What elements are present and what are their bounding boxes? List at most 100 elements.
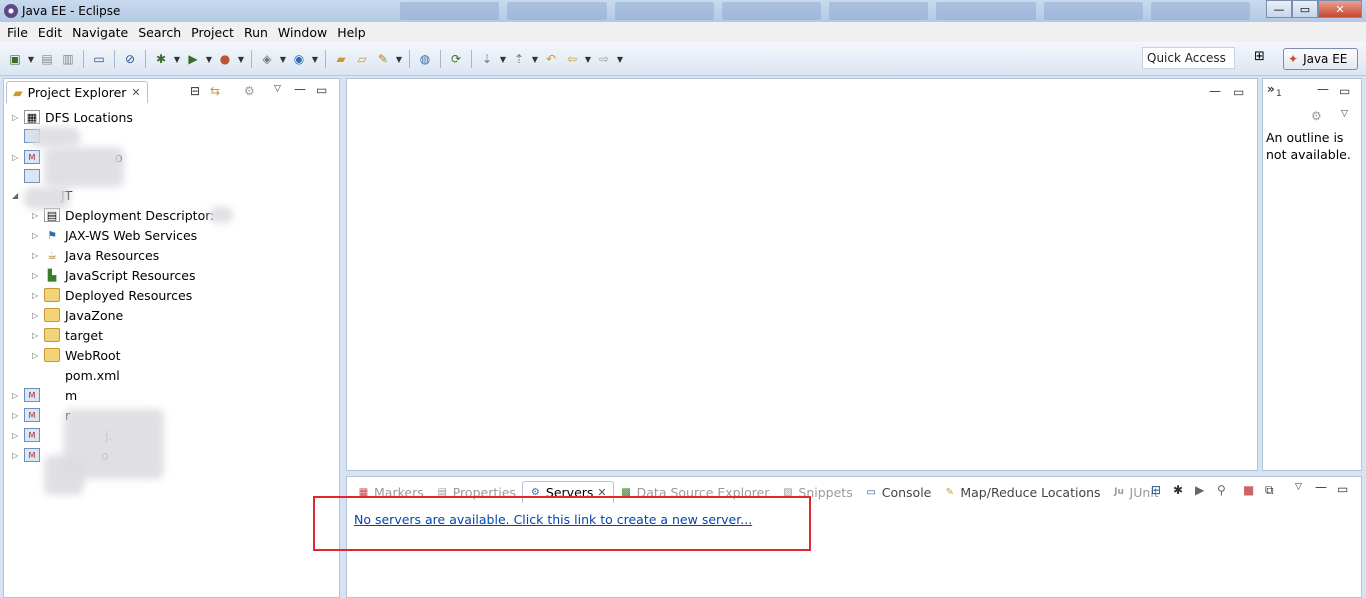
menu-help[interactable]: Help — [332, 25, 371, 40]
refresh-icon[interactable]: ⟳ — [447, 51, 465, 67]
outline-tab-icon[interactable]: » — [1267, 82, 1275, 96]
view-menu-icon[interactable]: ▽ — [274, 84, 281, 94]
folder-icon — [44, 288, 60, 302]
folder-icon — [24, 169, 40, 183]
open-type-icon[interactable]: ▱ — [353, 51, 371, 67]
console-icon: ▭ — [866, 486, 876, 498]
close-button[interactable]: ✕ — [1318, 0, 1362, 18]
tree-item-java-resources[interactable]: ▷ ☕ Java Resources — [32, 245, 159, 265]
skip-breakpoints-icon[interactable]: ⊘ — [121, 51, 139, 67]
tree-item-webroot[interactable]: ▷ WebRoot — [32, 345, 121, 365]
outline-panel: » 1 — ▭ ⚙ ▽ An outline is not available. — [1262, 78, 1362, 471]
minimize-view-icon[interactable]: — — [1209, 84, 1221, 98]
back-icon[interactable]: ⇦ — [563, 51, 581, 67]
maximize-view-icon[interactable]: ▭ — [1233, 85, 1244, 99]
folder-icon: ▰ — [13, 85, 23, 100]
last-edit-icon[interactable]: ↶ — [542, 51, 560, 67]
maven-project-icon: M — [24, 428, 40, 442]
window-title: Java EE - Eclipse — [22, 4, 121, 18]
debug-server-icon[interactable]: ✱ — [1173, 483, 1183, 497]
minimize-view-icon[interactable]: — — [1315, 480, 1327, 494]
new-icon[interactable]: ▣ — [6, 51, 24, 67]
folder-icon — [44, 328, 60, 342]
menu-file[interactable]: File — [2, 25, 33, 40]
save-icon[interactable]: ▤ — [38, 51, 56, 67]
tree-item-dfs[interactable]: ▷ ▦ DFS Locations — [12, 107, 133, 127]
tree-item[interactable]: ▷ Mm — [12, 385, 77, 405]
tab-map-reduce-locations[interactable]: ✎ Map/Reduce Locations — [937, 481, 1106, 503]
elephant-icon: ✎ — [945, 486, 955, 498]
descriptor-icon: ▤ — [44, 208, 60, 222]
chevron-down-icon[interactable]: ▼ — [27, 51, 35, 67]
tree-item-target[interactable]: ▷ target — [32, 325, 103, 345]
project-explorer-panel: ▰ Project Explorer ✕ ⊟ ⇆ ⚙ ▽ — ▭ ▷ ▦ DFS L… — [3, 78, 340, 598]
maximize-view-icon[interactable]: ▭ — [1337, 482, 1348, 496]
menu-navigate[interactable]: Navigate — [67, 25, 133, 40]
maximize-button[interactable]: ▭ — [1292, 0, 1318, 18]
tree-item-jaxws[interactable]: ▷ ⚑ JAX-WS Web Services — [32, 225, 197, 245]
save-all-icon[interactable]: ▥ — [59, 51, 77, 67]
new-class-icon[interactable]: ◉ — [290, 51, 308, 67]
editor-area: — ▭ — [346, 78, 1258, 471]
next-annotation-icon[interactable]: ⇣ — [478, 51, 496, 67]
java-ee-icon: ✦ — [1288, 52, 1299, 66]
open-perspective-icon[interactable]: ⊞ — [1254, 49, 1274, 67]
menu-edit[interactable]: Edit — [33, 25, 67, 40]
tab-project-explorer[interactable]: ▰ Project Explorer ✕ — [6, 81, 148, 103]
screen-icon[interactable]: ▭ — [90, 51, 108, 67]
menu-search[interactable]: Search — [133, 25, 186, 40]
view-menu-icon[interactable]: ▽ — [1295, 482, 1302, 492]
filter-icon[interactable]: ⚙ — [244, 84, 255, 98]
stop-server-icon[interactable]: ■ — [1243, 483, 1254, 497]
tree-item-deployed-resources[interactable]: ▷ Deployed Resources — [32, 285, 192, 305]
minimize-button[interactable]: — — [1266, 0, 1292, 18]
tree-item[interactable]: ▷Mr — [12, 405, 70, 425]
javascript-resources-icon: ▙ — [47, 268, 57, 282]
tree-item-javazone[interactable]: ▷ JavaZone — [32, 305, 123, 325]
perspective-label: Java EE — [1303, 52, 1348, 66]
link-editor-icon[interactable]: ⇆ — [210, 84, 220, 98]
close-icon[interactable]: ✕ — [131, 86, 140, 99]
profile-server-icon[interactable]: ⚲ — [1217, 483, 1226, 497]
maximize-view-icon[interactable]: ▭ — [316, 83, 327, 97]
quick-access-input[interactable]: Quick Access — [1142, 47, 1235, 69]
forward-icon[interactable]: ⇨ — [595, 51, 613, 67]
debug-icon[interactable]: ✱ — [152, 51, 170, 67]
maven-project-icon: M — [24, 388, 40, 402]
maven-project-icon: M — [24, 408, 40, 422]
open-folder-icon[interactable]: ▰ — [332, 51, 350, 67]
title-bar: Java EE - Eclipse — ▭ ✕ — [0, 0, 1366, 22]
run-icon[interactable]: ▶ — [184, 51, 202, 67]
tree-item[interactable] — [12, 166, 45, 186]
outline-tab-count[interactable]: 1 — [1276, 89, 1282, 99]
junit-icon: Ju — [1114, 487, 1124, 497]
web-services-icon: ⚑ — [47, 228, 57, 242]
maximize-view-icon[interactable]: ▭ — [1339, 84, 1350, 98]
globe-icon[interactable]: ◍ — [416, 51, 434, 67]
java-resources-icon: ☕ — [47, 248, 57, 262]
tree-item-pom[interactable]: pom.xml — [32, 365, 120, 385]
maven-project-icon: M — [24, 150, 40, 164]
run-server-icon[interactable]: ● — [216, 51, 234, 67]
new-package-icon[interactable]: ◈ — [258, 51, 276, 67]
minimize-view-icon[interactable]: — — [294, 82, 306, 96]
collapse-all-icon[interactable]: ⊟ — [190, 84, 200, 98]
publish-icon[interactable]: ⧉ — [1265, 483, 1274, 498]
tree-item-javascript-resources[interactable]: ▷ ▙ JavaScript Resources — [32, 265, 195, 285]
filter-icon[interactable]: ⚙ — [1311, 109, 1322, 123]
start-server-icon[interactable]: ▶ — [1195, 483, 1204, 497]
menu-project[interactable]: Project — [186, 25, 239, 40]
menu-window[interactable]: Window — [273, 25, 332, 40]
view-menu-icon[interactable]: ▽ — [1341, 109, 1348, 119]
tab-label: Project Explorer — [27, 85, 127, 100]
pen-icon[interactable]: ✎ — [374, 51, 392, 67]
tab-console[interactable]: ▭ Console — [859, 481, 938, 503]
menu-bar: File Edit Navigate Search Project Run Wi… — [0, 22, 1366, 42]
prev-annotation-icon[interactable]: ⇡ — [510, 51, 528, 67]
minimize-view-icon[interactable]: — — [1317, 82, 1329, 96]
collapse-icon[interactable]: ⊟ — [1151, 483, 1161, 497]
database-icon: ▦ — [24, 110, 40, 124]
perspective-java-ee[interactable]: ✦ Java EE — [1283, 48, 1358, 70]
folder-icon — [44, 348, 60, 362]
menu-run[interactable]: Run — [239, 25, 273, 40]
